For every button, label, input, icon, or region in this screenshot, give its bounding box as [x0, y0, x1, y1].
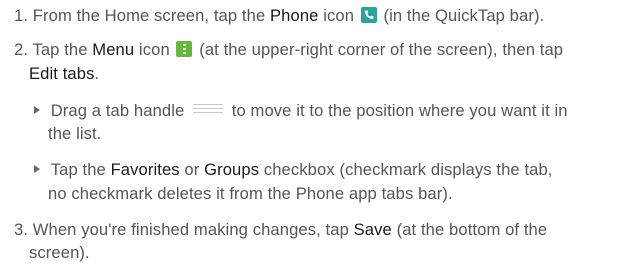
step-1-prefix: 1. From the Home screen, tap the	[14, 6, 271, 25]
step-2-line-1: 2. Tap the Menu icon (at the upper-right…	[14, 40, 563, 60]
step-3-save-label: Save	[353, 220, 392, 239]
step-1-line: 1. From the Home screen, tap the Phone i…	[14, 6, 544, 26]
step-3-prefix: 3. When you're finished making changes, …	[14, 220, 354, 239]
step-2-line-2-suffix: .	[94, 64, 100, 83]
step-3-line-2-text: screen).	[29, 243, 90, 262]
step-1-phone-label: Phone	[270, 6, 319, 25]
step-1-middle: icon	[318, 6, 359, 25]
bullet-2-prefix: Tap the	[50, 160, 111, 179]
bullet-2-favorites-label: Favorites	[110, 160, 180, 179]
bullet-1-prefix: Drag a tab handle	[50, 101, 190, 120]
step-2-prefix: 2. Tap the	[14, 40, 93, 59]
menu-icon	[176, 41, 193, 57]
bullet-1-line-1: Drag a tab handle to move it to the posi…	[34, 101, 568, 121]
phone-icon	[360, 7, 377, 23]
step-3-line-2: screen).	[29, 243, 90, 263]
bullet-2-line-2-text: no checkmark deletes it from the Phone a…	[48, 184, 453, 203]
bullet-2-or: or	[179, 160, 205, 179]
drag-handle-icon	[193, 103, 224, 114]
bullet-2-suffix: checkbox (checkmark displays the tab,	[259, 160, 553, 179]
step-2-edit-tabs-label: Edit tabs	[29, 64, 95, 83]
bullet-1-line-2-text: the list.	[48, 124, 102, 143]
step-2-middle: icon	[134, 40, 175, 59]
step-1-suffix: (in the QuickTap bar).	[378, 6, 545, 25]
bullet-arrow-icon	[34, 106, 40, 114]
bullet-2-groups-label: Groups	[204, 160, 260, 179]
bullet-1-suffix: to move it to the position where you wan…	[227, 101, 568, 120]
bullet-arrow-icon	[34, 165, 40, 173]
step-2-line-2: Edit tabs.	[29, 64, 99, 84]
bullet-2-line-1: Tap the Favorites or Groups checkbox (ch…	[34, 160, 553, 180]
step-2-menu-label: Menu	[92, 40, 135, 59]
bullet-1-line-2: the list.	[48, 124, 101, 144]
step-2-suffix: (at the upper-right corner of the screen…	[194, 40, 564, 59]
bullet-2-line-2: no checkmark deletes it from the Phone a…	[48, 184, 453, 204]
step-3-line-1: 3. When you're finished making changes, …	[14, 220, 547, 240]
step-3-suffix: (at the bottom of the	[391, 220, 548, 239]
